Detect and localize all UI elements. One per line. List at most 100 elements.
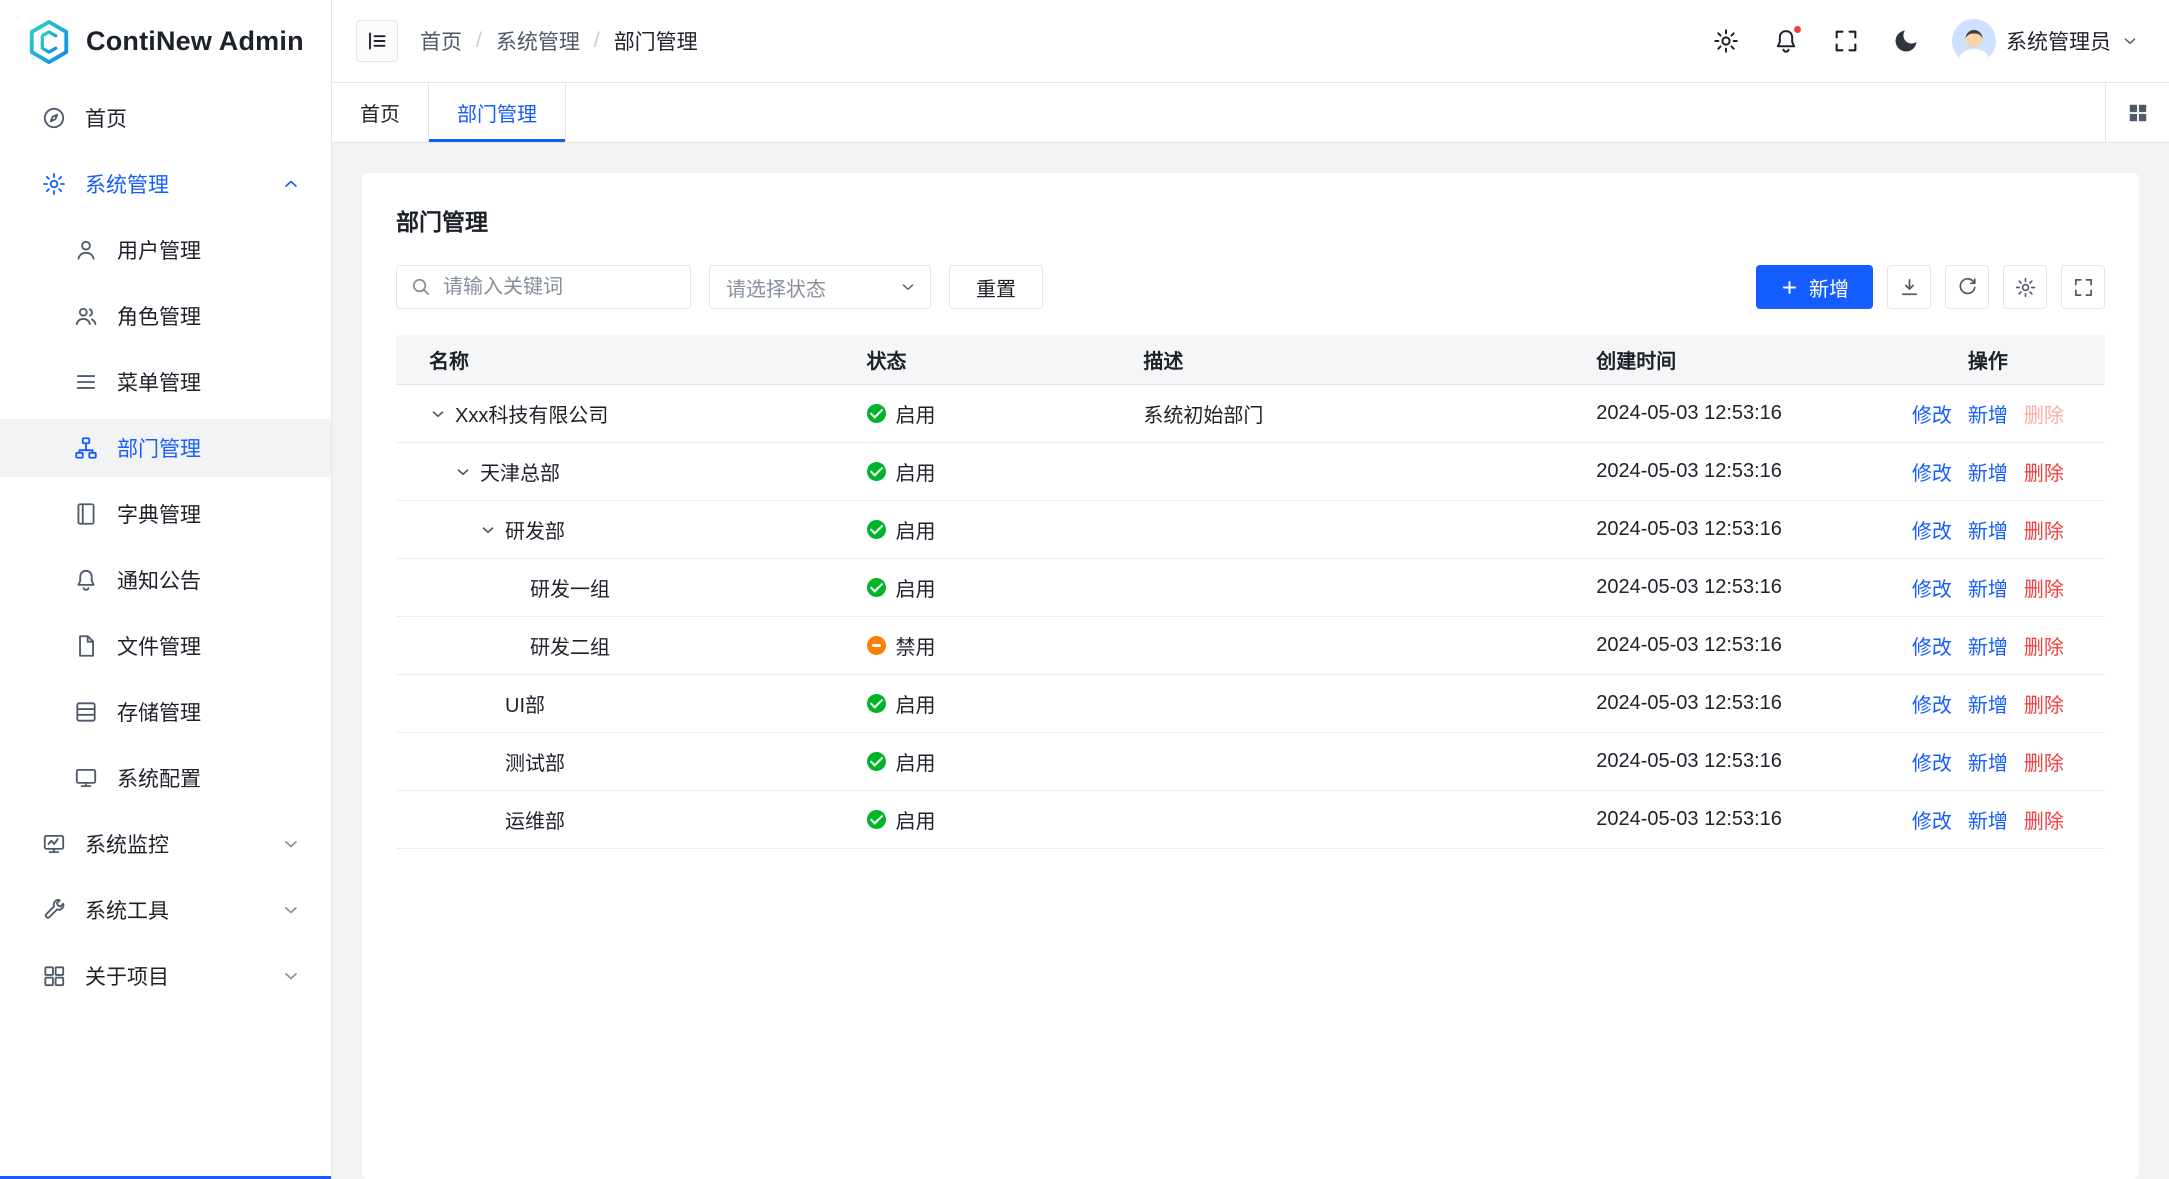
sidebar-item-system-tools[interactable]: 系统工具: [0, 881, 331, 939]
edit-link[interactable]: 修改: [1912, 689, 1952, 718]
edit-link[interactable]: 修改: [1912, 515, 1952, 544]
notification-bell-icon[interactable]: [1772, 27, 1800, 55]
fullscreen-icon[interactable]: [1832, 27, 1860, 55]
sidebar-item-user-management[interactable]: 用户管理: [0, 221, 331, 279]
sidebar-item-dict-management[interactable]: 字典管理: [0, 485, 331, 543]
add-link[interactable]: 新增: [1968, 631, 2008, 660]
search-icon: [409, 275, 432, 304]
edit-link[interactable]: 修改: [1912, 457, 1952, 486]
reset-button[interactable]: 重置: [949, 265, 1043, 309]
tab-home[interactable]: 首页: [332, 83, 429, 142]
refresh-button[interactable]: [1945, 265, 1989, 309]
row-collapse-icon[interactable]: [454, 463, 480, 481]
app-logo[interactable]: ContiNew Admin: [0, 0, 331, 83]
sidebar-item-role-management[interactable]: 角色管理: [0, 287, 331, 345]
sidebar-item-system-management[interactable]: 系统管理: [0, 155, 331, 213]
sidebar: ContiNew Admin 首页 系统管理: [0, 0, 332, 1179]
collapse-sidebar-icon: [365, 29, 389, 53]
add-link[interactable]: 新增: [1968, 399, 2008, 428]
delete-link[interactable]: 删除: [2024, 631, 2064, 660]
refresh-icon: [1956, 276, 1979, 299]
user-menu[interactable]: 系统管理员: [1952, 19, 2139, 63]
breadcrumb-home[interactable]: 首页: [420, 26, 462, 56]
settings-gear-icon[interactable]: [1712, 27, 1740, 55]
delete-link[interactable]: 删除: [2024, 573, 2064, 602]
keyword-input[interactable]: [396, 265, 691, 309]
sidebar-item-home[interactable]: 首页: [0, 89, 331, 147]
wrench-icon: [41, 897, 67, 923]
grid-icon: [41, 963, 67, 989]
dept-name: 测试部: [505, 747, 565, 776]
sidebar-item-menu-management[interactable]: 菜单管理: [0, 353, 331, 411]
table-row: UI部 启用 2024-05-03 12:53:16 修改 新增 删除: [396, 675, 2105, 733]
sidebar-item-label: 系统工具: [85, 895, 169, 925]
add-button[interactable]: 新增: [1756, 265, 1873, 309]
row-collapse-icon[interactable]: [479, 521, 505, 539]
bell-icon: [73, 567, 99, 593]
dept-name: 天津总部: [480, 457, 560, 486]
sidebar-item-dept-management[interactable]: 部门管理: [0, 419, 331, 477]
edit-link[interactable]: 修改: [1912, 747, 1952, 776]
add-link[interactable]: 新增: [1968, 805, 2008, 834]
add-link[interactable]: 新增: [1968, 747, 2008, 776]
delete-link[interactable]: 删除: [2024, 747, 2064, 776]
sidebar-item-label: 系统监控: [85, 829, 169, 859]
tab-options-button[interactable]: [2105, 83, 2169, 142]
toolbar-right: 新增: [1756, 265, 2105, 309]
add-link[interactable]: 新增: [1968, 689, 2008, 718]
add-link[interactable]: 新增: [1968, 573, 2008, 602]
status-label: 禁用: [896, 631, 936, 660]
edit-link[interactable]: 修改: [1912, 399, 1952, 428]
status-label: 启用: [896, 747, 936, 776]
table-fullscreen-button[interactable]: [2061, 265, 2105, 309]
menu-list-icon: [73, 369, 99, 395]
created-time: 2024-05-03 12:53:16: [1563, 692, 1871, 715]
delete-link[interactable]: 删除: [2024, 515, 2064, 544]
status-label: 启用: [896, 689, 936, 718]
tab-dept-management[interactable]: 部门管理: [429, 83, 566, 142]
sidebar-item-system-monitor[interactable]: 系统监控: [0, 815, 331, 873]
row-collapse-icon[interactable]: [429, 405, 455, 423]
sidebar-item-label: 菜单管理: [117, 367, 201, 397]
file-icon: [73, 633, 99, 659]
dept-desc: 系统初始部门: [1110, 399, 1563, 428]
collapse-sidebar-button[interactable]: [356, 20, 398, 62]
page-title: 部门管理: [396, 203, 2105, 237]
created-time: 2024-05-03 12:53:16: [1563, 808, 1871, 831]
status-label: 启用: [896, 399, 936, 428]
chevron-down-icon: [281, 834, 301, 854]
sidebar-item-storage-management[interactable]: 存储管理: [0, 683, 331, 741]
status-disabled-icon: [867, 636, 886, 655]
chevron-down-icon: [281, 900, 301, 920]
status-select[interactable]: 请选择状态: [709, 265, 931, 309]
sidebar-item-notice[interactable]: 通知公告: [0, 551, 331, 609]
chevron-up-icon: [281, 174, 301, 194]
status-enabled-icon: [867, 752, 886, 771]
sidebar-item-file-management[interactable]: 文件管理: [0, 617, 331, 675]
edit-link[interactable]: 修改: [1912, 631, 1952, 660]
delete-link[interactable]: 删除: [2024, 805, 2064, 834]
delete-link: 删除: [2024, 399, 2064, 428]
page-content: 部门管理 请选择状态 重置: [332, 143, 2169, 1179]
sidebar-item-about-project[interactable]: 关于项目: [0, 947, 331, 1005]
edit-link[interactable]: 修改: [1912, 805, 1952, 834]
add-link[interactable]: 新增: [1968, 515, 2008, 544]
delete-link[interactable]: 删除: [2024, 457, 2064, 486]
col-header-created: 创建时间: [1563, 345, 1871, 374]
status-label: 启用: [896, 573, 936, 602]
chevron-down-icon: [281, 966, 301, 986]
column-settings-button[interactable]: [2003, 265, 2047, 309]
col-header-desc: 描述: [1110, 345, 1563, 374]
edit-link[interactable]: 修改: [1912, 573, 1952, 602]
status-enabled-icon: [867, 578, 886, 597]
export-button[interactable]: [1887, 265, 1931, 309]
sidebar-item-system-config[interactable]: 系统配置: [0, 749, 331, 807]
dept-name: UI部: [505, 689, 545, 718]
dark-mode-moon-icon[interactable]: [1892, 27, 1920, 55]
breadcrumb-system[interactable]: 系统管理: [496, 26, 580, 56]
download-icon: [1898, 276, 1921, 299]
add-link[interactable]: 新增: [1968, 457, 2008, 486]
sidebar-item-label: 部门管理: [117, 433, 201, 463]
add-button-label: 新增: [1809, 273, 1849, 302]
delete-link[interactable]: 删除: [2024, 689, 2064, 718]
